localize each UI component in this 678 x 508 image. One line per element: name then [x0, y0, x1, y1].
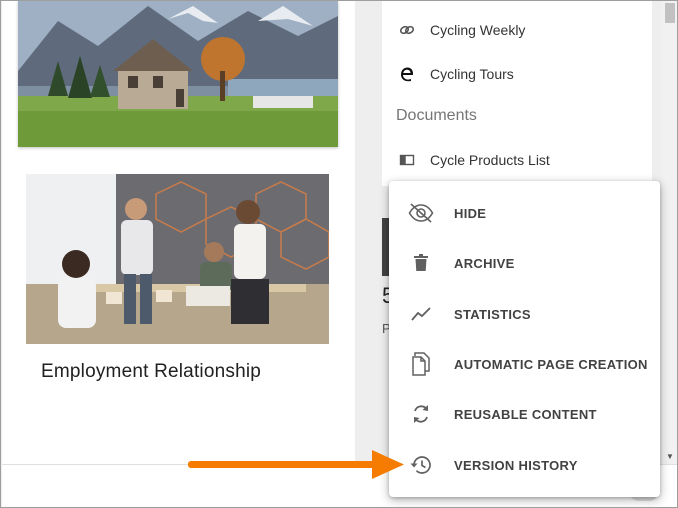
image-card-top[interactable] — [18, 1, 338, 147]
annotation-arrow-icon — [188, 450, 404, 479]
menu-item-label: REUSABLE CONTENT — [454, 406, 597, 422]
content-column: Employment Relationship — [2, 1, 355, 464]
list-item-cycle-products-list[interactable]: Cycle Products List — [382, 145, 652, 175]
menu-item-label: HIDE — [454, 205, 487, 221]
menu-item-label: ARCHIVE — [454, 255, 515, 271]
menu-item-automatic-page-creation[interactable]: AUTOMATIC PAGE CREATION — [389, 339, 660, 389]
list-item-label: Cycling Weekly — [430, 22, 526, 38]
app-frame: Employment Relationship Cycling Weekly C… — [0, 0, 678, 508]
list-item-label: Cycling Tours — [430, 66, 514, 82]
menu-item-version-history[interactable]: VERSION HISTORY — [389, 440, 660, 490]
context-menu: HIDE ARCHIVE STATISTICS AUTOMATIC PAGE C… — [389, 181, 660, 497]
table-icon — [398, 151, 416, 169]
scroll-thumb[interactable] — [665, 3, 675, 23]
section-label-documents: Documents — [396, 107, 477, 124]
menu-item-archive[interactable]: ARCHIVE — [389, 238, 660, 288]
link-icon — [398, 21, 416, 39]
chart-line-icon — [408, 301, 434, 327]
office-meeting-image — [26, 174, 329, 344]
menu-item-label: AUTOMATIC PAGE CREATION — [454, 356, 648, 372]
list-item-cycling-weekly[interactable]: Cycling Weekly — [382, 15, 652, 45]
landscape-house-image — [18, 1, 338, 147]
vertical-scrollbar[interactable]: ▼ — [662, 1, 677, 464]
image-card-bottom[interactable]: Employment Relationship — [26, 174, 329, 394]
edge-icon — [398, 65, 416, 83]
link-list-panel: Cycling Weekly Cycling Tours Documents C… — [382, 1, 652, 186]
history-icon — [408, 452, 434, 478]
trash-icon — [408, 250, 434, 276]
list-item-cycling-tours[interactable]: Cycling Tours — [382, 59, 652, 89]
scroll-down-arrow-icon[interactable]: ▼ — [666, 452, 674, 461]
card-title[interactable]: Employment Relationship — [41, 361, 261, 383]
menu-item-reusable-content[interactable]: REUSABLE CONTENT — [389, 389, 660, 439]
copy-pages-icon — [408, 351, 434, 377]
eye-off-icon — [408, 200, 434, 226]
refresh-icon — [408, 401, 434, 427]
list-item-label: Cycle Products List — [430, 152, 550, 168]
menu-item-statistics[interactable]: STATISTICS — [389, 289, 660, 339]
menu-item-label: VERSION HISTORY — [454, 457, 578, 473]
menu-item-label: STATISTICS — [454, 306, 531, 322]
menu-item-hide[interactable]: HIDE — [389, 188, 660, 238]
